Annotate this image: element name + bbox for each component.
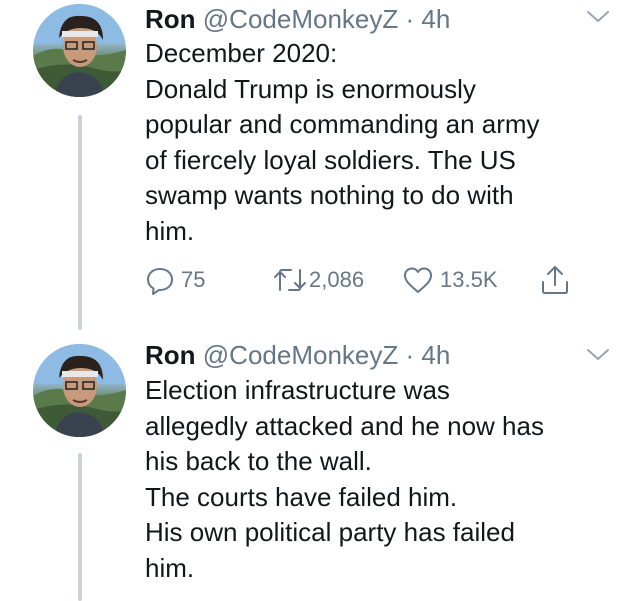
thread-line xyxy=(78,115,82,330)
avatar-photo xyxy=(33,344,126,437)
author-name[interactable]: Ron xyxy=(145,340,196,370)
tweet-text-line: of fiercely loyal soldiers. The US xyxy=(145,144,516,175)
separator-dot: · xyxy=(405,4,415,34)
reply-count: 75 xyxy=(181,267,206,292)
avatar[interactable] xyxy=(33,344,126,437)
share-icon xyxy=(542,266,568,294)
tweet-header: Ron @CodeMonkeyZ · 4h xyxy=(145,340,450,370)
tweet-text-line: Election infrastructure was xyxy=(145,375,450,405)
tweet-text: December 2020: Donald Trump is enormousl… xyxy=(145,36,615,249)
tweet-header: Ron @CodeMonkeyZ · 4h xyxy=(145,4,450,34)
tweet-text: Election infrastructure was allegedly at… xyxy=(145,373,615,586)
like-button[interactable]: 13.5K xyxy=(402,262,498,298)
timestamp[interactable]: 4h xyxy=(421,4,450,34)
tweet-text-line: his back to the wall. xyxy=(145,446,372,476)
author-handle[interactable]: @CodeMonkeyZ xyxy=(203,340,398,370)
separator-dot: · xyxy=(405,340,415,370)
retweet-icon xyxy=(274,269,306,291)
tweet-text-line: him. xyxy=(145,215,195,246)
tweet-text-line: allegedly attacked and he now has xyxy=(145,410,544,441)
avatar[interactable] xyxy=(33,4,126,97)
tweet-actions: 75 2,086 13.5K xyxy=(145,262,615,298)
tweet-text-line: Donald Trump is enormously xyxy=(145,73,476,104)
chevron-down-icon[interactable] xyxy=(585,8,611,26)
tweet-text-line: His own political party has failed xyxy=(145,517,515,547)
like-count: 13.5K xyxy=(440,267,498,292)
author-handle[interactable]: @CodeMonkeyZ xyxy=(203,4,398,34)
tweet-text-line: popular and commanding an army xyxy=(145,109,540,139)
tweet-text-line: swamp wants nothing to do with xyxy=(145,180,514,210)
retweet-button[interactable]: 2,086 xyxy=(273,262,364,298)
avatar-photo xyxy=(33,4,126,97)
tweet-text-line: him. xyxy=(145,552,195,583)
author-name[interactable]: Ron xyxy=(145,4,196,34)
tweet-2[interactable]: Ron @CodeMonkeyZ · 4h Election infrastru… xyxy=(0,330,640,601)
retweet-count: 2,086 xyxy=(309,267,365,292)
chevron-down-icon[interactable] xyxy=(585,346,611,364)
thread-line xyxy=(78,453,82,601)
tweet-1[interactable]: Ron @CodeMonkeyZ · 4h December 2020: Don… xyxy=(0,0,640,330)
reply-button[interactable]: 75 xyxy=(145,262,205,298)
heart-icon xyxy=(404,267,432,293)
reply-icon xyxy=(147,268,173,295)
timestamp[interactable]: 4h xyxy=(421,340,450,370)
tweet-text-line: December 2020: xyxy=(145,38,338,68)
tweet-text-line: The courts have failed him. xyxy=(145,481,458,512)
share-button[interactable] xyxy=(540,262,570,298)
